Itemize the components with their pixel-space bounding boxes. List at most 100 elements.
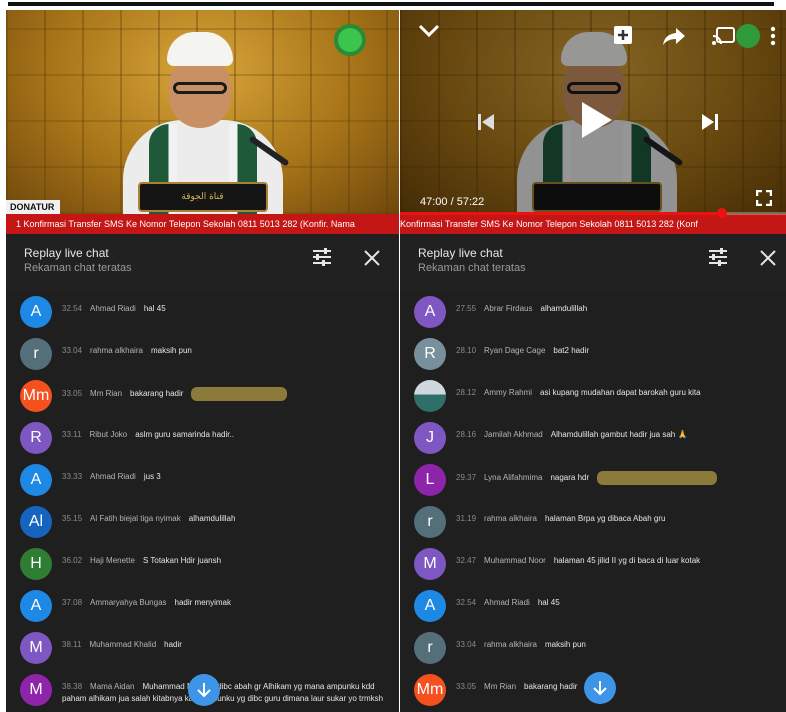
chat-message[interactable]: Al 35.15 Al Fatih biejal tiga nyimak alhamd… [6,500,399,542]
message-author[interactable]: Muhammad Khalid [89,640,156,649]
chat-message[interactable]: A 37.08 Ammaryahya Bungas hadir menyimak [6,584,399,626]
chat-message[interactable]: M 38.11 Muhammad Khalid hadir [6,626,399,668]
close-icon[interactable] [358,246,386,274]
message-author[interactable]: Haji Menette [90,556,135,565]
chat-header: Replay live chat Rekaman chat teratas [400,234,786,290]
message-author[interactable]: rahma alkhaira [484,640,537,649]
message-timestamp: 29.37 [456,473,477,483]
avatar[interactable]: r [20,338,52,370]
arrow-down-icon[interactable] [188,674,220,706]
avatar[interactable]: Al [20,506,52,538]
avatar[interactable]: r [414,632,446,664]
message-author[interactable]: Ryan Dage Cage [484,346,545,355]
avatar[interactable]: A [20,296,52,328]
message-timestamp: 28.10 [456,346,477,355]
avatar[interactable]: H [20,548,52,580]
chat-message[interactable]: r 33.04 rahma alkhaira maksih pun [400,626,786,668]
share-icon[interactable] [662,26,686,51]
sliders-icon[interactable] [308,246,336,274]
chevron-down-icon[interactable] [416,24,442,50]
video-player[interactable]: قناة الجوقة DONATUR [6,10,399,214]
message-content: 37.08 Ammaryahya Bungas hadir menyimak [62,584,399,609]
chat-message[interactable]: Mm 33.05 Mm Rian bakarang hadir [6,374,399,416]
previous-icon[interactable] [476,112,496,137]
chat-title[interactable]: Replay live chat [418,246,503,260]
message-timestamp: 38.38 [62,682,83,691]
message-author[interactable]: rahma alkhaira [484,514,537,523]
message-author[interactable]: Ammy Rahmi [484,388,532,397]
chat-message-list[interactable]: A 27.55 Abrar Firdaus alhamdulillah R 28.10 Ry… [400,290,786,712]
message-author[interactable]: Al Fatih biejal tiga nyimak [90,514,181,523]
message-author[interactable]: Ahmad Riadi [90,472,136,481]
chat-mode-dropdown[interactable]: Rekaman chat teratas [418,262,526,274]
message-author[interactable]: Ribut Joko [89,430,127,439]
chat-mode-dropdown[interactable]: Rekaman chat teratas [24,262,132,274]
message-author[interactable]: rahma alkhaira [90,346,143,355]
progress-bar[interactable] [400,208,786,218]
message-content: 38.38 Mama Aidan Muhammad Noor yg dibc aba… [62,668,399,705]
avatar[interactable]: R [20,422,52,454]
message-author[interactable]: Lyna Alifahmima [484,473,542,482]
next-icon[interactable] [700,112,720,137]
chat-message[interactable]: 28.12 Ammy Rahmi asi kupang mudahan dapat … [400,374,786,416]
message-timestamp: 32.54 [62,304,83,313]
message-author[interactable]: Ammaryahya Bungas [90,598,166,607]
message-timestamp: 36.02 [62,556,83,565]
message-content: 38.11 Muhammad Khalid hadir [62,626,399,651]
avatar[interactable]: R [414,338,446,370]
message-author[interactable]: Mm Rian [90,389,122,398]
message-author[interactable]: Jamilah Akhmad [484,430,543,439]
message-author[interactable]: Mama Aidan [90,682,134,691]
message-content: 29.37 Lyna Alifahmima nagara hdr [456,458,786,485]
arrow-down-icon[interactable] [584,672,616,704]
message-timestamp: 27.55 [456,304,477,313]
cast-icon[interactable] [712,26,736,51]
add-to-playlist-icon[interactable] [612,24,634,51]
avatar[interactable]: M [414,548,446,580]
message-content: 32.47 Muhammad Noor halaman 45 jilid II yg… [456,542,786,567]
avatar[interactable]: J [414,422,446,454]
avatar[interactable]: Mm [20,380,52,412]
avatar[interactable]: Mm [414,674,446,706]
chat-message[interactable]: R 28.10 Ryan Dage Cage bat2 hadir [400,332,786,374]
more-options-icon[interactable] [770,26,776,51]
avatar[interactable]: A [414,590,446,622]
avatar[interactable]: M [20,674,52,706]
chat-message-list[interactable]: A 32.54 Ahmad Riadi hal 45 r 33.04 rahma alkha… [6,290,399,712]
message-author[interactable]: Ahmad Riadi [484,598,530,607]
chat-message[interactable]: r 33.04 rahma alkhaira maksih pun [6,332,399,374]
chat-message[interactable]: A 32.54 Ahmad Riadi hal 45 [6,290,399,332]
message-content: 33.04 rahma alkhaira maksih pun [456,626,786,651]
chat-message[interactable]: J 28.16 Jamilah Akhmad Alhamdulillah gambut… [400,416,786,458]
message-timestamp: 38.11 [62,640,82,649]
fullscreen-icon[interactable] [755,189,773,211]
message-author[interactable]: Mm Rian [484,682,516,691]
message-content: 32.54 Ahmad Riadi hal 45 [456,584,786,609]
chat-message[interactable]: A 33.33 Ahmad Riadi jus 3 [6,458,399,500]
chat-message[interactable]: L 29.37 Lyna Alifahmima nagara hdr [400,458,786,500]
message-author[interactable]: Ahmad Riadi [90,304,136,313]
time-display: 47:00 / 57:22 [420,196,485,208]
chat-message[interactable]: A 27.55 Abrar Firdaus alhamdulillah [400,290,786,332]
chat-message[interactable]: M 32.47 Muhammad Noor halaman 45 jilid II y… [400,542,786,584]
chat-message[interactable]: A 32.54 Ahmad Riadi hal 45 [400,584,786,626]
avatar[interactable]: L [414,464,446,496]
close-icon[interactable] [754,246,782,274]
avatar[interactable]: M [20,632,52,664]
message-text: alhamdulillah [540,304,588,313]
avatar[interactable]: r [414,506,446,538]
message-author[interactable]: Abrar Firdaus [484,304,532,313]
chat-title[interactable]: Replay live chat [24,246,109,260]
avatar[interactable] [414,380,446,412]
avatar[interactable]: A [414,296,446,328]
chat-message[interactable]: H 36.02 Haji Menette S Totakan Hdir juansh [6,542,399,584]
chat-message[interactable]: R 33.11 Ribut Joko aslm guru samarinda hadi… [6,416,399,458]
podium-logo: قناة الجوقة [137,182,268,212]
message-author[interactable]: Muhammad Noor [484,556,546,565]
avatar[interactable]: A [20,464,52,496]
play-icon[interactable] [580,100,614,145]
chat-message[interactable]: r 31.19 rahma alkhaira halaman Brpa yg diba… [400,500,786,542]
avatar[interactable]: A [20,590,52,622]
sliders-icon[interactable] [704,246,732,274]
message-content: 33.05 Mm Rian bakarang hadir [456,668,786,693]
